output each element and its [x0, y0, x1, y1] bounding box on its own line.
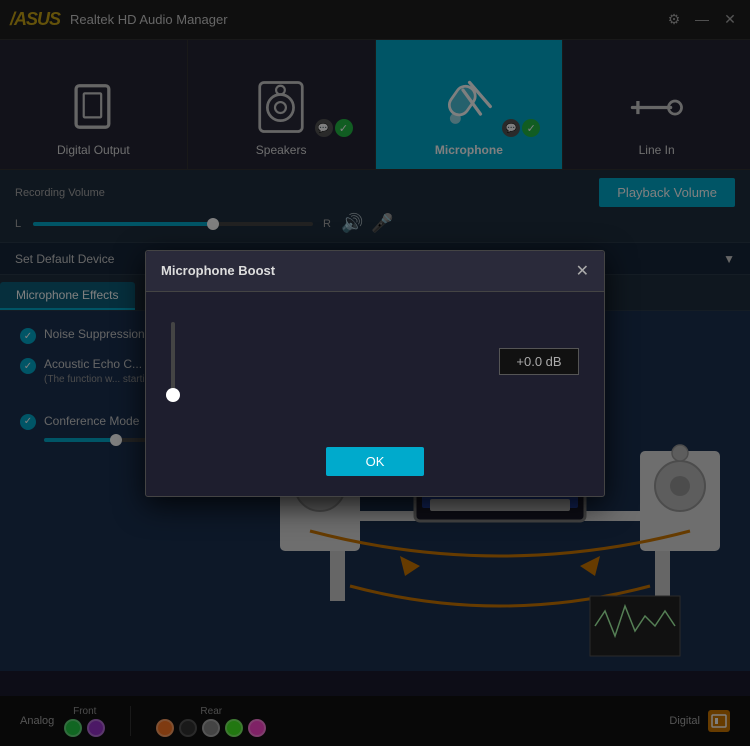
modal-title: Microphone Boost: [161, 263, 275, 278]
modal-ok-button[interactable]: OK: [326, 447, 425, 476]
modal-body: +0.0 dB: [146, 292, 604, 432]
modal-slider-vertical: [171, 322, 175, 402]
modal-header: Microphone Boost ✕: [146, 251, 604, 292]
db-value-display: +0.0 dB: [499, 348, 579, 375]
modal-close-button[interactable]: ✕: [576, 261, 589, 281]
modal-footer: OK: [146, 432, 604, 496]
modal-slider-thumb[interactable]: [166, 388, 180, 402]
modal-slider-container: [171, 322, 479, 402]
microphone-boost-modal: Microphone Boost ✕ +0.0 dB OK: [145, 250, 605, 497]
modal-slider-track[interactable]: [171, 322, 175, 402]
modal-overlay: Microphone Boost ✕ +0.0 dB OK: [0, 0, 750, 746]
